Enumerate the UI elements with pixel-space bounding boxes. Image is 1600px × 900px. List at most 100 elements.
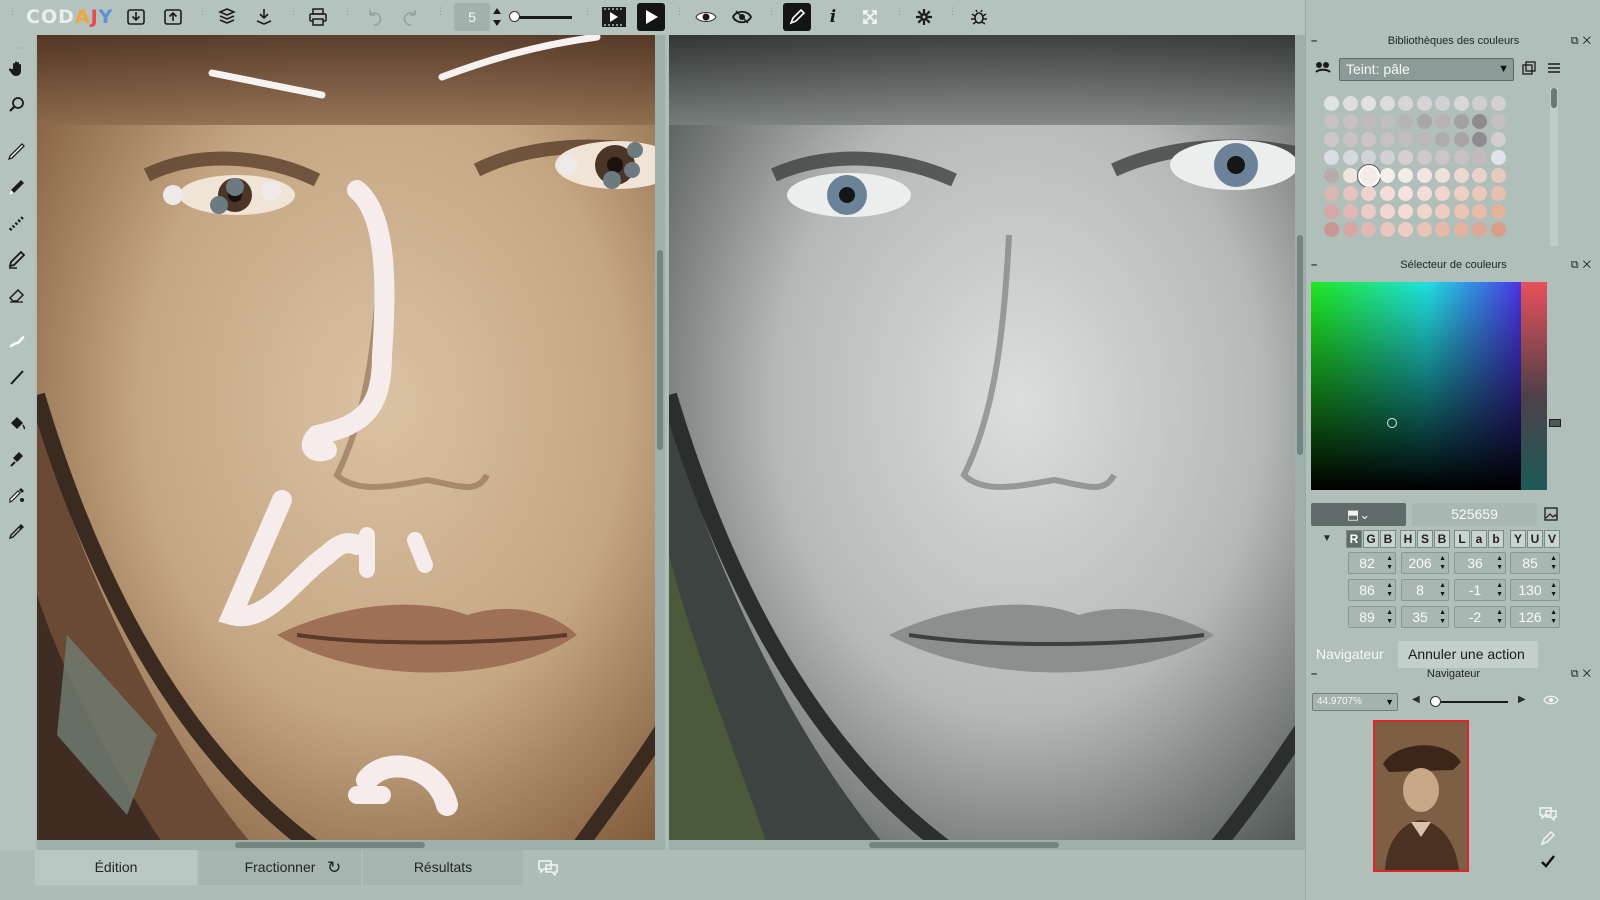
color-swatch[interactable] bbox=[1435, 222, 1450, 237]
mode-s[interactable]: S bbox=[1417, 530, 1433, 548]
import-button[interactable] bbox=[122, 3, 150, 31]
color-swatch[interactable] bbox=[1361, 222, 1376, 237]
color-swatch[interactable] bbox=[1453, 114, 1469, 129]
fill-tool[interactable] bbox=[4, 410, 30, 436]
color-swatch[interactable] bbox=[1472, 132, 1487, 147]
color-library-select[interactable]: Teint: pâle ▼ bbox=[1339, 58, 1514, 81]
toolbar-grip[interactable]: ⋮ bbox=[583, 7, 592, 26]
color-swatch[interactable] bbox=[1361, 114, 1376, 129]
color-swatch[interactable] bbox=[1398, 186, 1413, 201]
play-button[interactable] bbox=[637, 3, 665, 31]
mask-button[interactable] bbox=[728, 3, 756, 31]
color-swatch[interactable] bbox=[1435, 168, 1450, 183]
mode-r[interactable]: R bbox=[1346, 530, 1362, 548]
toolbar-grip[interactable]: ⋮ bbox=[767, 7, 776, 26]
color-swatch[interactable] bbox=[1379, 114, 1395, 129]
color-swatch[interactable] bbox=[1361, 132, 1376, 147]
collapse-icon[interactable]: – bbox=[1311, 256, 1317, 274]
result-canvas[interactable] bbox=[669, 35, 1305, 850]
color-swatch[interactable] bbox=[1435, 114, 1450, 129]
color-swatch[interactable] bbox=[1453, 132, 1469, 147]
red-value[interactable]: 82 ▲ ▼ bbox=[1348, 552, 1396, 574]
color-swatch[interactable] bbox=[1453, 96, 1469, 111]
hue-strip[interactable] bbox=[1521, 282, 1547, 490]
marker-tool[interactable] bbox=[4, 246, 30, 272]
pan-tool[interactable] bbox=[4, 56, 30, 82]
color-swatch[interactable] bbox=[1490, 96, 1506, 111]
color-swatch[interactable] bbox=[1398, 150, 1413, 165]
toolbar-grip[interactable]: ⋮ bbox=[8, 7, 17, 26]
color-swatch[interactable] bbox=[1379, 96, 1395, 111]
eye-icon[interactable] bbox=[1543, 694, 1559, 709]
color-swatch[interactable] bbox=[1472, 150, 1487, 165]
redo-button[interactable] bbox=[397, 3, 425, 31]
result-photo[interactable] bbox=[669, 35, 1305, 850]
color-swatch[interactable] bbox=[1342, 204, 1358, 219]
zoom-select[interactable]: 44.9707% ▼ bbox=[1312, 693, 1398, 711]
color-swatch[interactable] bbox=[1453, 222, 1469, 237]
eraser-tool[interactable] bbox=[4, 282, 30, 308]
color-swatch[interactable] bbox=[1490, 204, 1506, 219]
mode-l[interactable]: L bbox=[1454, 530, 1470, 548]
pencil-tool[interactable] bbox=[4, 174, 30, 200]
mode-u[interactable]: U bbox=[1527, 530, 1543, 548]
zoom-slider-handle[interactable] bbox=[1430, 696, 1441, 707]
color-swatch[interactable] bbox=[1379, 168, 1395, 183]
edit-canvas[interactable] bbox=[37, 35, 665, 850]
hex-field[interactable]: 525659 bbox=[1412, 503, 1537, 526]
zoom-in-icon[interactable]: ▶ bbox=[1518, 694, 1526, 705]
mode-g[interactable]: G bbox=[1363, 530, 1379, 548]
rgb-mode[interactable]: R G B bbox=[1346, 530, 1397, 548]
color-swatch[interactable] bbox=[1490, 186, 1506, 201]
collapse-icon[interactable]: – bbox=[1311, 665, 1317, 683]
color-swatch[interactable] bbox=[1379, 150, 1395, 165]
color-replace-tool[interactable] bbox=[4, 482, 30, 508]
yuv-mode[interactable]: Y U V bbox=[1510, 530, 1561, 548]
color-swatch[interactable] bbox=[1398, 114, 1413, 129]
mode-lab-b[interactable]: b bbox=[1488, 530, 1504, 548]
color-swatch[interactable] bbox=[1324, 168, 1339, 183]
color-swatch[interactable] bbox=[1361, 204, 1376, 219]
color-swatch[interactable] bbox=[1324, 150, 1339, 165]
dock-controls[interactable]: ⧉✕ bbox=[1571, 32, 1595, 50]
tab-split[interactable]: Fractionner ↻ bbox=[199, 850, 361, 885]
color-swatch[interactable] bbox=[1342, 96, 1358, 111]
swatch-mode-button[interactable]: ⬒⌄ bbox=[1311, 503, 1406, 526]
color-swatch[interactable] bbox=[1453, 150, 1469, 165]
swap-icon[interactable]: ↻ bbox=[327, 850, 341, 885]
color-swatch[interactable] bbox=[1379, 186, 1395, 201]
export-button[interactable] bbox=[159, 3, 187, 31]
color-swatch[interactable] bbox=[1472, 114, 1487, 129]
saturation-value-field[interactable] bbox=[1311, 282, 1521, 490]
color-swatch[interactable] bbox=[1398, 222, 1413, 237]
color-swatch[interactable] bbox=[1324, 186, 1339, 201]
navigator-thumbnail[interactable] bbox=[1373, 720, 1469, 872]
undo-button[interactable] bbox=[360, 3, 388, 31]
library-scrollbar[interactable] bbox=[1550, 88, 1558, 246]
detach-icon[interactable] bbox=[1522, 61, 1536, 78]
edit-canvas-vertical-scrollbar[interactable] bbox=[655, 35, 665, 850]
color-swatch[interactable] bbox=[1324, 132, 1339, 147]
pen-icon[interactable] bbox=[1540, 830, 1556, 849]
color-swatch[interactable] bbox=[1379, 222, 1395, 237]
zoom-out-icon[interactable]: ◀ bbox=[1412, 694, 1420, 705]
toolbar-grip[interactable]: ⋮ bbox=[343, 7, 352, 26]
color-swatch[interactable] bbox=[1342, 222, 1358, 237]
color-swatch[interactable] bbox=[1490, 114, 1506, 129]
color-swatch[interactable] bbox=[1472, 96, 1487, 111]
fullscreen-button[interactable] bbox=[856, 3, 884, 31]
mode-b[interactable]: B bbox=[1380, 530, 1396, 548]
color-swatch[interactable] bbox=[1342, 150, 1358, 165]
tab-results[interactable]: Résultats bbox=[363, 850, 523, 885]
color-swatch[interactable] bbox=[1435, 204, 1450, 219]
color-swatch[interactable] bbox=[1416, 222, 1432, 237]
color-swatch[interactable] bbox=[1472, 168, 1487, 183]
lab-mode[interactable]: L a b bbox=[1454, 530, 1505, 548]
collapse-icon[interactable]: – bbox=[1311, 32, 1317, 50]
color-swatch[interactable] bbox=[1324, 222, 1339, 237]
color-swatch[interactable] bbox=[1342, 186, 1358, 201]
color-swatch[interactable] bbox=[1398, 96, 1413, 111]
color-cursor[interactable] bbox=[1387, 418, 1397, 428]
color-swatch[interactable] bbox=[1324, 96, 1339, 111]
mode-a[interactable]: a bbox=[1471, 530, 1487, 548]
